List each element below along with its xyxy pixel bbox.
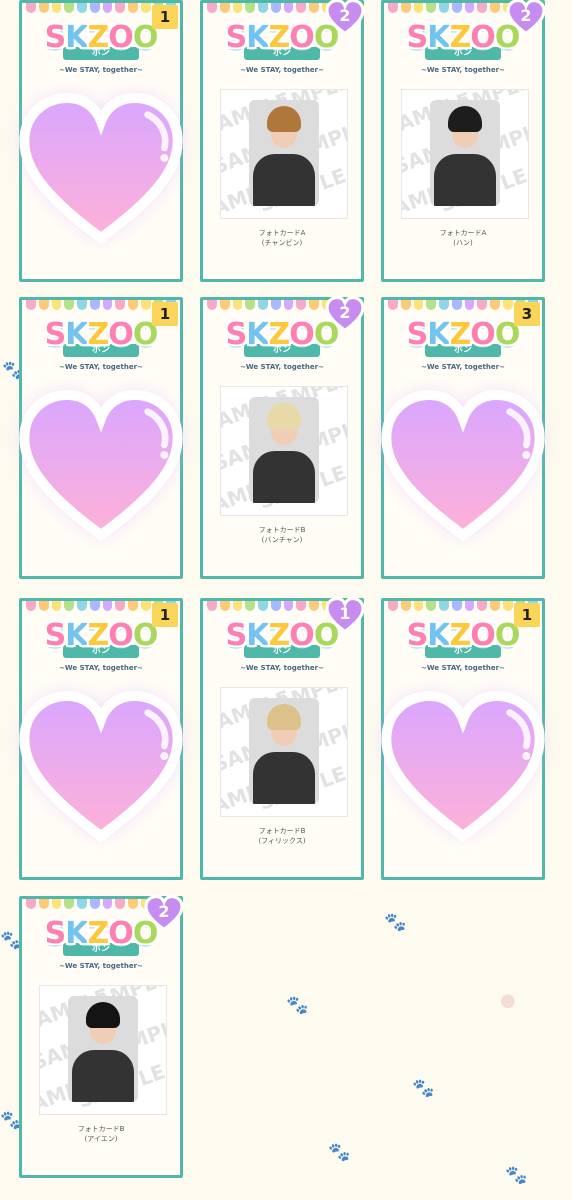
- caption-member: (ハン): [453, 239, 473, 247]
- photocard-image: SAMPLESAMPLESAMPLESAMPLESAMPLESAMPLE: [39, 985, 167, 1115]
- photocard-caption: フォトカードB (バンチャン): [203, 525, 361, 545]
- caption-title: フォトカードB: [258, 526, 306, 534]
- skzoo-logo: SKZOO ポン ~We STAY, together~: [22, 23, 180, 75]
- photocard-image: SAMPLESAMPLESAMPLESAMPLESAMPLESAMPLE: [220, 89, 348, 219]
- photocard-image: SAMPLESAMPLESAMPLESAMPLESAMPLESAMPLE: [401, 89, 529, 219]
- skzoo-logo: SKZOO ポン ~We STAY, together~: [22, 621, 180, 673]
- count-badge: 1: [152, 603, 178, 627]
- caption-member: (バンチャン): [261, 536, 303, 544]
- caption-title: フォトカードA: [439, 229, 487, 237]
- photocard-caption: フォトカードA (ハン): [384, 228, 542, 248]
- heart-cover-icon[interactable]: [347, 365, 572, 565]
- count-badge: 1: [514, 603, 540, 627]
- caption-member: (フィリックス): [258, 837, 306, 845]
- logo-tagline: ~We STAY, together~: [421, 66, 505, 74]
- gacha-card[interactable]: SKZOOポン~We STAY, together~SAMPLESAMPLESA…: [381, 0, 546, 282]
- paw-print-icon: 🐾: [412, 1078, 435, 1099]
- heart-count-badge: 1: [325, 597, 365, 633]
- photocard-image: SAMPLESAMPLESAMPLESAMPLESAMPLESAMPLE: [220, 687, 348, 817]
- caption-title: フォトカードA: [258, 229, 306, 237]
- heart-cover-icon[interactable]: [347, 666, 572, 866]
- count-badge: 1: [152, 5, 178, 29]
- caption-member: (アイエン): [84, 1135, 118, 1143]
- gacha-card[interactable]: SKZOOポン~We STAY, together~SAMPLESAMPLESA…: [200, 597, 365, 880]
- heart-cover-icon[interactable]: [0, 365, 217, 565]
- gacha-card[interactable]: SKZOOポン~We STAY, together~SAMPLESAMPLESA…: [200, 296, 365, 579]
- heart-count-badge: 2: [325, 296, 365, 332]
- skzoo-logo: SKZOO ポン ~We STAY, together~: [384, 320, 542, 372]
- paw-print-icon: 🐾: [505, 1165, 528, 1186]
- photocard-caption: フォトカードB (アイエン): [22, 1124, 180, 1144]
- count-badge: 1: [152, 302, 178, 326]
- photocard-caption: フォトカードA (チャンビン): [203, 228, 361, 248]
- logo-tagline: ~We STAY, together~: [240, 363, 324, 371]
- heart-count-badge: 2: [144, 895, 184, 931]
- heart-cover-icon[interactable]: [0, 68, 217, 268]
- paw-print-icon: 🐾: [328, 1142, 351, 1163]
- gacha-card[interactable]: SKZOOポン~We STAY, together~SAMPLESAMPLESA…: [19, 895, 184, 1178]
- caption-member: (チャンビン): [261, 239, 303, 247]
- caption-title: フォトカードB: [258, 827, 306, 835]
- photocard-caption: フォトカードB (フィリックス): [203, 826, 361, 846]
- paw-print-icon: 🐾: [384, 912, 407, 933]
- skzoo-logo: SKZOO ポン ~We STAY, together~: [384, 621, 542, 673]
- heart-count-badge: 2: [506, 0, 546, 35]
- caption-title: フォトカードB: [77, 1125, 125, 1133]
- paw-print-icon: 🐾: [286, 995, 309, 1016]
- skzoo-logo: SKZOO ポン ~We STAY, together~: [22, 320, 180, 372]
- photocard-image: SAMPLESAMPLESAMPLESAMPLESAMPLESAMPLE: [220, 386, 348, 516]
- heart-count-badge: 2: [325, 0, 365, 35]
- logo-tagline: ~We STAY, together~: [240, 66, 324, 74]
- heart-cover-icon[interactable]: [0, 666, 217, 866]
- paw-print-icon: ●: [500, 990, 516, 1011]
- count-badge: 3: [514, 302, 540, 326]
- logo-tagline: ~We STAY, together~: [240, 664, 324, 672]
- gacha-card[interactable]: SKZOOポン~We STAY, together~SAMPLESAMPLESA…: [200, 0, 365, 282]
- logo-tagline: ~We STAY, together~: [59, 962, 143, 970]
